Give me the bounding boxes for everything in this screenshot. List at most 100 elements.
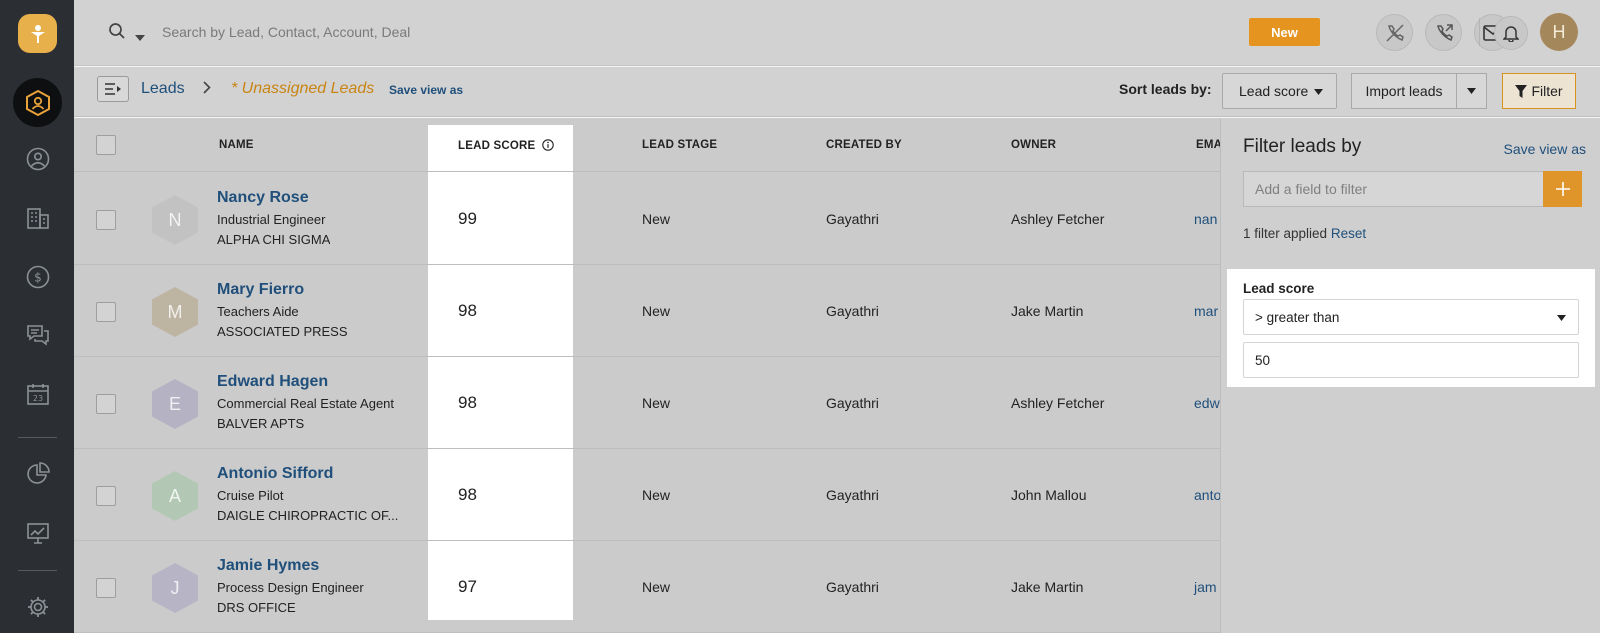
- save-view-link[interactable]: Save view as: [389, 83, 463, 97]
- filter-panel: Filter leads by Save view as 1 filter ap…: [1220, 118, 1600, 633]
- global-search-input[interactable]: [162, 20, 762, 44]
- email-link[interactable]: jam: [1194, 579, 1217, 595]
- lead-avatar: E: [152, 379, 198, 429]
- sort-select[interactable]: Lead score: [1222, 73, 1337, 109]
- filter-value-input[interactable]: [1243, 342, 1579, 378]
- filter-save-view-link[interactable]: Save view as: [1504, 141, 1586, 157]
- sidebar-item-contacts[interactable]: [24, 145, 52, 173]
- import-options-button[interactable]: [1457, 73, 1487, 109]
- email-link[interactable]: nan: [1194, 211, 1217, 227]
- column-header-name[interactable]: NAME: [219, 139, 254, 151]
- owner-value: Jake Martin: [1011, 303, 1084, 319]
- lead-company: BALVER APTS: [217, 416, 305, 431]
- svg-text:$: $: [34, 271, 42, 285]
- lead-name-link[interactable]: Antonio Sifford: [217, 465, 333, 483]
- created-by-value: Gayathri: [826, 487, 879, 503]
- notifications-button[interactable]: [1494, 16, 1528, 50]
- breadcrumb-leads[interactable]: Leads: [141, 80, 185, 98]
- lead-avatar: A: [152, 471, 198, 521]
- app-logo[interactable]: [18, 14, 57, 53]
- column-header-created-by[interactable]: CREATED BY: [826, 139, 902, 151]
- search-icon[interactable]: [108, 22, 126, 45]
- current-view-name[interactable]: * Unassigned Leads: [231, 80, 374, 98]
- sidebar-item-deals[interactable]: $: [24, 263, 52, 291]
- row-checkbox[interactable]: [96, 302, 116, 322]
- calls-button[interactable]: [1376, 14, 1413, 51]
- filter-operator-select[interactable]: > greater than: [1243, 299, 1579, 335]
- lead-name-link[interactable]: Jamie Hymes: [217, 557, 319, 575]
- reset-filters-link[interactable]: Reset: [1331, 226, 1366, 241]
- created-by-value: Gayathri: [826, 579, 879, 595]
- import-leads-button[interactable]: Import leads: [1351, 73, 1457, 109]
- pie-chart-icon: [27, 462, 50, 484]
- add-filter-button[interactable]: [1543, 171, 1582, 207]
- row-checkbox[interactable]: [96, 486, 116, 506]
- info-icon[interactable]: [542, 139, 554, 151]
- topbar-divider: [1479, 18, 1480, 46]
- table-row[interactable]: A Antonio Sifford Cruise Pilot DAIGLE CH…: [74, 449, 1220, 541]
- email-link[interactable]: edw: [1194, 395, 1220, 411]
- sidebar-item-accounts[interactable]: [24, 204, 52, 232]
- sort-value: Lead score: [1239, 83, 1309, 99]
- lead-avatar: N: [152, 195, 198, 245]
- row-checkbox[interactable]: [96, 394, 116, 414]
- column-header-owner[interactable]: OWNER: [1011, 139, 1056, 151]
- row-checkbox[interactable]: [96, 210, 116, 230]
- add-filter-field-input[interactable]: [1243, 171, 1543, 207]
- lead-job-title: Teachers Aide: [217, 304, 299, 319]
- phone-button[interactable]: [1425, 14, 1462, 51]
- lead-score-value: 98: [458, 301, 477, 320]
- lead-score-header-label: LEAD SCORE: [458, 140, 536, 152]
- new-button[interactable]: New: [1249, 18, 1320, 46]
- sidebar-item-calendar[interactable]: 23: [24, 380, 52, 408]
- column-header-lead-stage[interactable]: LEAD STAGE: [642, 139, 717, 151]
- view-toggle-button[interactable]: [97, 76, 129, 102]
- lead-score-value: 99: [458, 209, 477, 228]
- list-view-header: Leads * Unassigned Leads Save view as So…: [74, 67, 1600, 117]
- column-header-lead-score[interactable]: LEAD SCORE: [458, 139, 554, 152]
- sidebar-divider: [18, 570, 57, 571]
- lead-name-link[interactable]: Edward Hagen: [217, 373, 328, 391]
- lead-score-value: 98: [458, 485, 477, 504]
- lead-job-title: Cruise Pilot: [217, 488, 284, 503]
- lead-company: DAIGLE CHIROPRACTIC OF...: [217, 508, 399, 523]
- sidebar-item-analytics[interactable]: [24, 460, 52, 488]
- user-avatar[interactable]: H: [1540, 13, 1578, 51]
- owner-value: John Mallou: [1011, 487, 1087, 503]
- filters-applied-status: 1 filter applied Reset: [1243, 226, 1366, 241]
- sidebar-item-reports[interactable]: [24, 519, 52, 547]
- presentation-chart-icon: [27, 523, 49, 544]
- sidebar-item-leads[interactable]: [13, 78, 62, 127]
- filter-button[interactable]: Filter: [1502, 73, 1576, 109]
- table-row[interactable]: N Nancy Rose Industrial Engineer ALPHA C…: [74, 173, 1220, 265]
- table-row[interactable]: M Mary Fierro Teachers Aide ASSOCIATED P…: [74, 265, 1220, 357]
- lead-score-value: 98: [458, 393, 477, 412]
- table-row[interactable]: E Edward Hagen Commercial Real Estate Ag…: [74, 357, 1220, 449]
- lead-score-value: 97: [458, 577, 477, 596]
- sidebar: $ 23: [0, 0, 74, 633]
- column-header-email[interactable]: EMA: [1196, 139, 1220, 151]
- chevron-down-icon[interactable]: [135, 28, 145, 46]
- plus-icon: [1555, 182, 1570, 196]
- lead-stage-value: New: [642, 211, 671, 227]
- table-row[interactable]: J Jamie Hymes Process Design Engineer DR…: [74, 541, 1220, 633]
- gear-icon: [28, 597, 48, 617]
- filter-operator-value: > greater than: [1255, 309, 1340, 325]
- row-checkbox[interactable]: [96, 578, 116, 598]
- sidebar-divider: [18, 437, 57, 438]
- email-link[interactable]: anto: [1194, 487, 1220, 503]
- phone-off-icon: [1385, 23, 1404, 42]
- chevron-down-icon: [1314, 89, 1323, 95]
- created-by-value: Gayathri: [826, 211, 879, 227]
- sidebar-item-conversations[interactable]: [24, 321, 52, 349]
- email-link[interactable]: mar: [1194, 303, 1218, 319]
- lead-avatar: M: [152, 287, 198, 337]
- sidebar-item-settings[interactable]: [24, 593, 52, 621]
- select-all-checkbox[interactable]: [96, 135, 116, 155]
- lead-name-link[interactable]: Nancy Rose: [217, 189, 309, 207]
- lead-name-link[interactable]: Mary Fierro: [217, 281, 304, 299]
- list-toggle-icon: [105, 83, 121, 95]
- lead-company: DRS OFFICE: [217, 600, 296, 615]
- filter-field-label: Lead score: [1243, 281, 1315, 296]
- chevron-down-icon: [1467, 88, 1476, 94]
